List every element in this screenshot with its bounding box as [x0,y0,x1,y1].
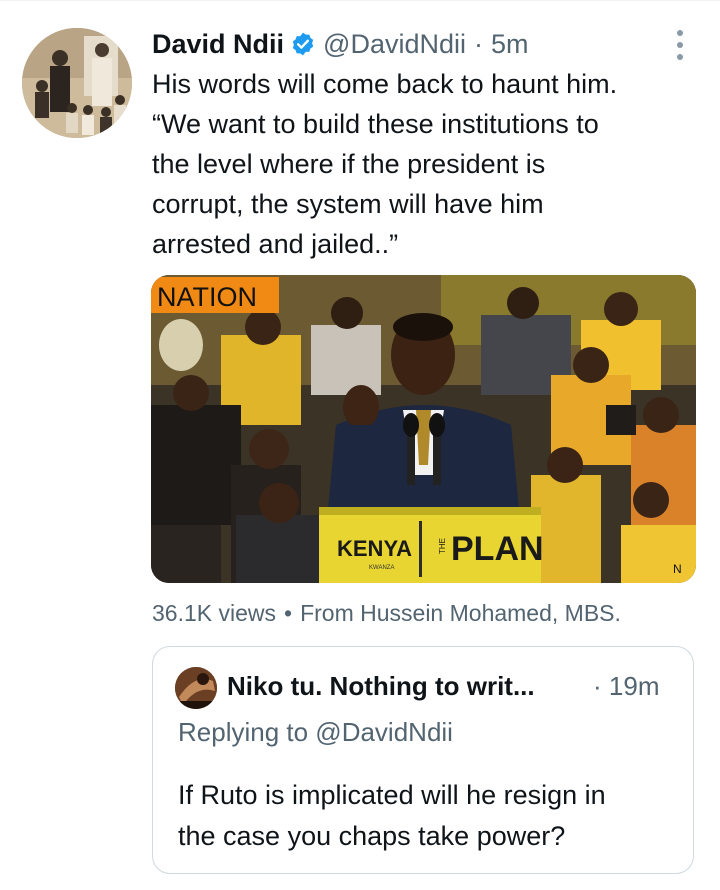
tweet-header: David Ndii @DavidNdii · 5m [152,26,529,62]
tweet-text-line: the level where if the president is [152,149,546,179]
views-separator: • [284,600,293,626]
quoted-separator: · [593,671,602,701]
replying-to[interactable]: Replying to @DavidNdii [178,717,453,748]
tweet-text-line: arrested and jailed..” [152,229,399,259]
author-name[interactable]: David Ndii [152,29,284,60]
quoted-tweet-card[interactable]: Niko tu. Nothing to writ... · 19m Replyi… [152,646,694,874]
corner-mark: N [673,562,682,576]
media-source[interactable]: From Hussein Mohamed, MBS. [300,600,621,626]
tweet-text-line: His words will come back to haunt him. [152,69,618,99]
podium-kenya-label: KENYA [337,536,412,561]
author-avatar[interactable] [22,28,132,138]
tweet-text-line: “We want to build these institutions to [152,109,599,139]
quoted-time[interactable]: 19m [609,671,660,701]
tweet-text: His words will come back to haunt him. “… [152,64,712,264]
tweet-media-video[interactable]: KENYA KWANZA THE PLAN NATION N [151,275,696,583]
quoted-text-line: the case you chaps take power? [178,821,566,851]
nation-watermark: NATION [157,282,257,312]
quoted-timestamp: · 19m [593,671,659,702]
verified-badge-icon [290,31,316,57]
quoted-tweet-text: If Ruto is implicated will he resign in … [178,775,606,857]
more-options-icon[interactable] [666,28,694,62]
author-handle[interactable]: @DavidNdii [323,29,466,60]
quoted-author-name[interactable]: Niko tu. Nothing to writ... [227,671,535,702]
quoted-text-line: If Ruto is implicated will he resign in [178,780,606,810]
tweet-text-line: corrupt, the system will have him [152,189,544,219]
quoted-author-avatar[interactable] [175,667,217,709]
views-row: 36.1K views • From Hussein Mohamed, MBS. [152,600,621,627]
podium-plan-label: PLAN [451,530,544,568]
podium-kwanza-label: KWANZA [369,565,394,571]
header-separator: · [473,28,483,59]
views-count[interactable]: 36.1K views [152,600,276,626]
podium-the-label: THE [438,538,447,554]
top-divider [0,0,720,9]
tweet-timestamp[interactable]: 5m [491,29,529,60]
